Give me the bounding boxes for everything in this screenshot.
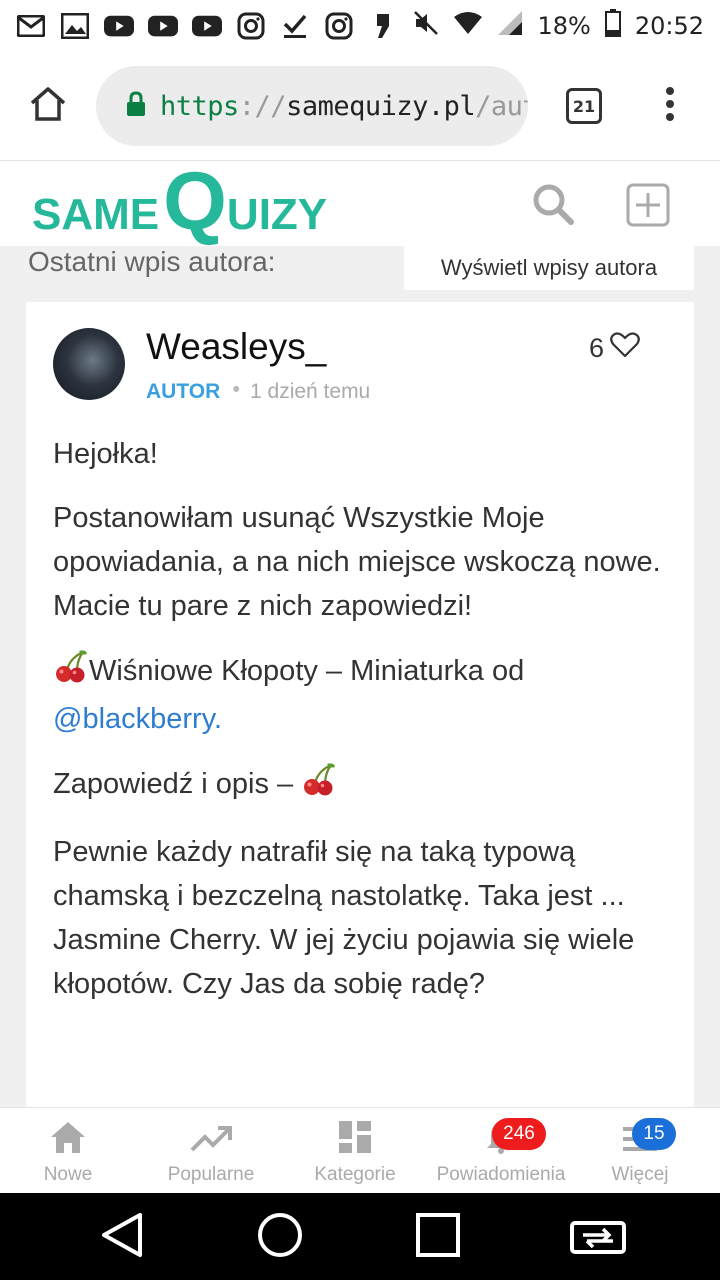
notifications-badge: 246 [492,1118,546,1150]
instagram-icon [236,12,266,40]
logo-text-q: Q [163,156,227,247]
bottom-nav: Nowe Popularne Kategorie Powiadomienia 2… [0,1107,720,1193]
signal-icon [497,10,523,42]
author-bar-label: Ostatni wpis autora: [28,246,276,277]
recents-button[interactable] [378,1193,498,1280]
status-bar: 18% 20:52 [0,0,720,52]
heart-icon [610,332,640,365]
youtube-icon [192,12,222,40]
nav-label: Nowe [43,1164,93,1185]
logo-text-uizy: UIZY [226,190,328,239]
cherry-icon [53,648,89,697]
home-icon [29,86,67,126]
more-vert-icon [665,86,675,126]
quote-icon [368,12,398,40]
more-badge: 15 [632,1118,676,1150]
home-circle-icon [256,1211,304,1263]
show-author-posts-button[interactable]: Wyświetl wpisy autora [404,246,694,290]
instagram-icon [324,12,354,40]
post-card: Weasleys_ AUTOR • 1 dzień temu 6 Hejołka… [26,302,694,1107]
mention-link[interactable]: @blackberry. [53,703,222,735]
logo-text-same: SAME [32,190,160,239]
youtube-icon [104,12,134,40]
switch-app-button[interactable] [538,1193,658,1280]
post-paragraph: Pewnie każdy natrafił się na taką typową… [53,836,635,1000]
like-button[interactable]: 6 [589,332,640,365]
nav-label: Powiadomienia [436,1164,566,1185]
post-text: Postanowiłam usunąć Wszystkie Moje opowi… [53,502,661,578]
post-paragraph: Zapowiedź i opis – [53,761,673,810]
battery-percent: 18% [537,12,591,40]
post-text: Macie tu pare z nich zapowiedzi! [53,590,473,622]
nav-item-kategorie[interactable]: Kategorie [300,1108,410,1194]
browser-toolbar: https://samequizy.pl/aut 21 [0,52,720,160]
trending-icon [190,1124,232,1158]
author-bar: Ostatni wpis autora: Wyświetl wpisy auto… [0,246,720,302]
nav-item-popularne[interactable]: Popularne [150,1108,272,1194]
url-host: samequizy.pl [286,90,476,122]
wifi-icon [453,11,483,41]
url-text: https://samequizy.pl/aut [160,91,528,122]
url-path: /aut [475,90,528,122]
url-scheme: https [160,90,239,122]
nav-label: Więcej [611,1164,669,1185]
home-nav-button[interactable] [220,1193,340,1280]
like-count: 6 [589,333,605,363]
add-icon[interactable] [626,183,670,231]
nav-label: Kategorie [314,1164,396,1185]
site-header: SAME Q UIZY [0,160,720,246]
search-icon[interactable] [530,181,576,231]
author-role-badge: AUTOR [146,380,221,403]
recents-icon [415,1212,461,1262]
browser-menu-button[interactable] [640,86,700,126]
meta-separator: • [230,378,243,402]
post-paragraph: Wiśniowe Kłopoty – Miniaturka od @blackb… [53,648,673,741]
notification-icons [16,12,398,40]
post-body: Hejołka! Postanowiłam usunąć Wszystkie M… [53,432,673,1026]
url-separator: :// [238,90,287,122]
switch-icon [569,1215,627,1259]
post-time: 1 dzień temu [250,380,371,403]
cherry-icon [301,761,337,810]
back-button[interactable] [62,1193,182,1280]
tabs-button[interactable]: 21 [528,88,640,124]
battery-icon [604,9,621,43]
author-name[interactable]: Weasleys_ [146,326,326,368]
nav-label: Popularne [167,1164,255,1185]
clock: 20:52 [634,12,704,40]
tab-count: 21 [566,88,602,124]
home-button[interactable] [0,52,96,160]
status-right: 18% 20:52 [413,9,704,43]
grid-icon [338,1120,372,1158]
post-text: Wiśniowe Kłopoty – Miniaturka od [89,655,525,687]
gmail-icon [16,12,46,40]
site-logo[interactable]: SAME Q UIZY [32,156,328,247]
back-icon [100,1211,144,1263]
lock-icon [126,91,146,121]
youtube-icon [148,12,178,40]
mute-icon [413,10,439,42]
address-bar[interactable]: https://samequizy.pl/aut [96,66,528,146]
task-icon [280,12,310,40]
post-text: Zapowiedź i opis – [53,768,294,800]
avatar[interactable] [53,328,125,400]
post-paragraph: Hejołka! [53,438,158,470]
nav-item-nowe[interactable]: Nowe [18,1108,118,1194]
post-paragraph: Postanowiłam usunąć Wszystkie Moje opowi… [53,496,673,628]
gallery-icon [60,12,90,40]
system-navigation [0,1193,720,1280]
home-icon [49,1120,87,1158]
